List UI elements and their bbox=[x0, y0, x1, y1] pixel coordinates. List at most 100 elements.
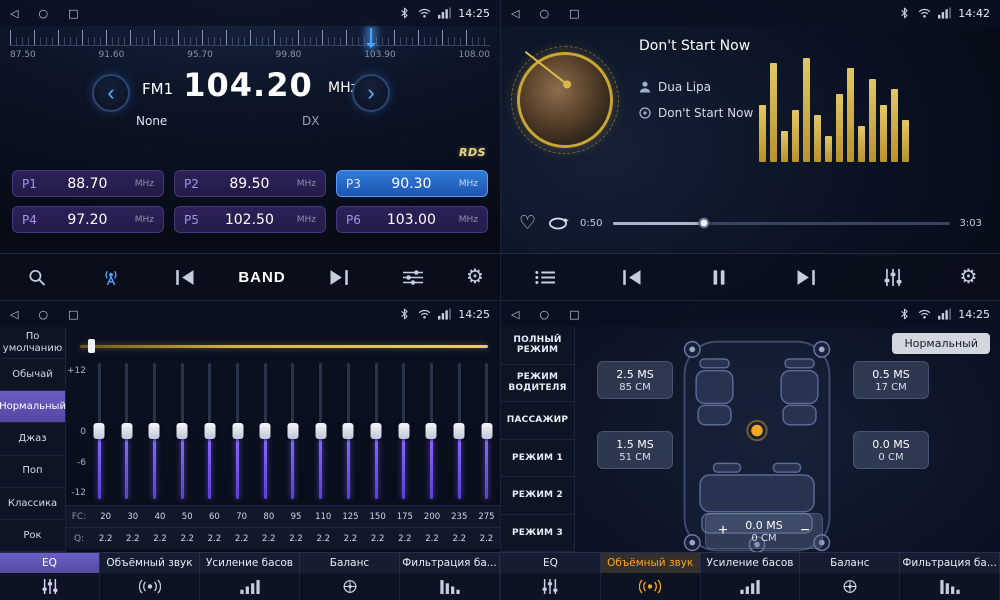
tab-bass-button[interactable] bbox=[701, 573, 801, 600]
next-station-button[interactable] bbox=[318, 257, 360, 297]
band-button[interactable]: BAND bbox=[238, 269, 285, 286]
surround-mode-item[interactable]: ПОЛНЫЙ РЕЖИМ bbox=[501, 327, 574, 365]
eq-preset-item[interactable]: По умолчанию bbox=[0, 327, 65, 359]
tab-surround[interactable]: Объёмный звук bbox=[601, 553, 701, 573]
eq-preset-item[interactable]: Классика bbox=[0, 488, 65, 520]
nav-home-button[interactable]: ○ bbox=[539, 309, 549, 320]
surround-mode-item[interactable]: ПАССАЖИР bbox=[501, 402, 574, 440]
eq-preset-item[interactable]: Джаз bbox=[0, 423, 65, 455]
eq-band-slider[interactable] bbox=[92, 363, 106, 499]
frequency-scale[interactable]: 87.5091.6095.7099.80103.90108.00 bbox=[10, 30, 490, 68]
next-track-button[interactable] bbox=[785, 257, 827, 297]
delay-front-right[interactable]: 0.5 MS 17 CM bbox=[853, 361, 929, 399]
eq-band-slider[interactable] bbox=[175, 363, 189, 499]
eq-slider-knob[interactable] bbox=[204, 423, 215, 439]
eq-band-slider[interactable] bbox=[120, 363, 134, 499]
eq-band-slider[interactable] bbox=[231, 363, 245, 499]
surround-mode-item[interactable]: РЕЖИМ 1 bbox=[501, 440, 574, 478]
tune-down-button[interactable]: ‹ bbox=[92, 74, 130, 112]
favorite-button[interactable]: ♡ bbox=[519, 214, 536, 233]
delay-increase-button[interactable]: + bbox=[712, 523, 734, 539]
tab-filter-button[interactable] bbox=[900, 573, 1000, 600]
tab-surround-button[interactable] bbox=[100, 573, 200, 600]
nav-recents-button[interactable]: □ bbox=[569, 8, 579, 19]
surround-mode-item[interactable]: РЕЖИМ ВОДИТЕЛЯ bbox=[501, 365, 574, 403]
tune-up-button[interactable]: › bbox=[352, 74, 390, 112]
eq-band-slider[interactable] bbox=[452, 363, 466, 499]
eq-slider-knob[interactable] bbox=[426, 423, 437, 439]
nav-home-button[interactable]: ○ bbox=[539, 8, 549, 19]
broadcast-button[interactable] bbox=[90, 257, 132, 297]
nav-back-button[interactable]: ◁ bbox=[511, 309, 519, 320]
eq-slider-knob[interactable] bbox=[315, 423, 326, 439]
tab-surround-button[interactable] bbox=[601, 573, 701, 600]
eq-slider-knob[interactable] bbox=[481, 423, 492, 439]
radio-preset-p6[interactable]: P6103.00MHz bbox=[336, 206, 488, 233]
radio-preset-p3[interactable]: P390.30MHz bbox=[336, 170, 488, 197]
album-art[interactable] bbox=[517, 52, 613, 148]
delay-rear-right[interactable]: 0.0 MS 0 CM bbox=[853, 431, 929, 469]
tab-eq-button[interactable] bbox=[0, 573, 100, 600]
previous-track-button[interactable] bbox=[611, 257, 653, 297]
playlist-button[interactable] bbox=[524, 257, 566, 297]
eq-band-slider[interactable] bbox=[424, 363, 438, 499]
nav-back-button[interactable]: ◁ bbox=[10, 8, 18, 19]
repeat-button[interactable] bbox=[546, 216, 570, 231]
tab-eq-button[interactable] bbox=[501, 573, 601, 600]
settings-button[interactable]: ⚙ bbox=[466, 267, 484, 287]
surround-mode-item[interactable]: РЕЖИМ 3 bbox=[501, 515, 574, 553]
eq-slider-knob[interactable] bbox=[232, 423, 243, 439]
nav-recents-button[interactable]: □ bbox=[68, 8, 78, 19]
eq-slider-knob[interactable] bbox=[454, 423, 465, 439]
search-button[interactable] bbox=[16, 257, 58, 297]
nav-home-button[interactable]: ○ bbox=[38, 309, 48, 320]
tab-bass-button[interactable] bbox=[200, 573, 300, 600]
delay-decrease-button[interactable]: − bbox=[794, 523, 816, 539]
tab-filter-button[interactable] bbox=[400, 573, 500, 600]
nav-home-button[interactable]: ○ bbox=[38, 8, 48, 19]
nav-back-button[interactable]: ◁ bbox=[10, 309, 18, 320]
tab-bass[interactable]: Усиление басов bbox=[200, 553, 300, 573]
radio-preset-p4[interactable]: P497.20MHz bbox=[12, 206, 164, 233]
eq-band-slider[interactable] bbox=[286, 363, 300, 499]
eq-band-slider[interactable] bbox=[314, 363, 328, 499]
pause-button[interactable] bbox=[698, 257, 740, 297]
eq-slider-knob[interactable] bbox=[287, 423, 298, 439]
eq-band-slider[interactable] bbox=[147, 363, 161, 499]
eq-band-slider[interactable] bbox=[397, 363, 411, 499]
eq-preset-item[interactable]: Обычай bbox=[0, 359, 65, 391]
eq-band-slider[interactable] bbox=[341, 363, 355, 499]
seek-knob[interactable] bbox=[698, 218, 709, 229]
eq-band-slider[interactable] bbox=[258, 363, 272, 499]
eq-slider-knob[interactable] bbox=[94, 423, 105, 439]
eq-preset-item[interactable]: Рок bbox=[0, 520, 65, 552]
eq-band-slider[interactable] bbox=[203, 363, 217, 499]
audio-adjust-button[interactable] bbox=[392, 257, 434, 297]
radio-preset-p5[interactable]: P5102.50MHz bbox=[174, 206, 326, 233]
tab-surround[interactable]: Объёмный звук bbox=[100, 553, 200, 573]
tab-balance[interactable]: Баланс bbox=[800, 553, 900, 573]
surround-mode-item[interactable]: РЕЖИМ 2 bbox=[501, 477, 574, 515]
surround-preset-chip[interactable]: Нормальный bbox=[892, 333, 990, 354]
tab-filter[interactable]: Фильтрация ба... bbox=[900, 553, 1000, 573]
delay-front-left[interactable]: 2.5 MS 85 CM bbox=[597, 361, 673, 399]
eq-slider-knob[interactable] bbox=[371, 423, 382, 439]
eq-slider-knob[interactable] bbox=[343, 423, 354, 439]
radio-preset-p1[interactable]: P188.70MHz bbox=[12, 170, 164, 197]
eq-band-slider[interactable] bbox=[480, 363, 494, 499]
eq-slider-knob[interactable] bbox=[149, 423, 160, 439]
previous-station-button[interactable] bbox=[164, 257, 206, 297]
eq-slider-knob[interactable] bbox=[121, 423, 132, 439]
eq-preset-item[interactable]: Нормальный bbox=[0, 391, 65, 423]
seek-bar[interactable] bbox=[613, 222, 950, 225]
settings-button[interactable]: ⚙ bbox=[959, 267, 977, 287]
eq-slider-knob[interactable] bbox=[398, 423, 409, 439]
radio-preset-p2[interactable]: P289.50MHz bbox=[174, 170, 326, 197]
tab-balance[interactable]: Баланс bbox=[300, 553, 400, 573]
delay-rear-left[interactable]: 1.5 MS 51 CM bbox=[597, 431, 673, 469]
eq-band-slider[interactable] bbox=[369, 363, 383, 499]
tab-eq[interactable]: EQ bbox=[0, 553, 100, 573]
eq-slider-knob[interactable] bbox=[177, 423, 188, 439]
nav-back-button[interactable]: ◁ bbox=[511, 8, 519, 19]
eq-mixer-button[interactable] bbox=[872, 257, 914, 297]
